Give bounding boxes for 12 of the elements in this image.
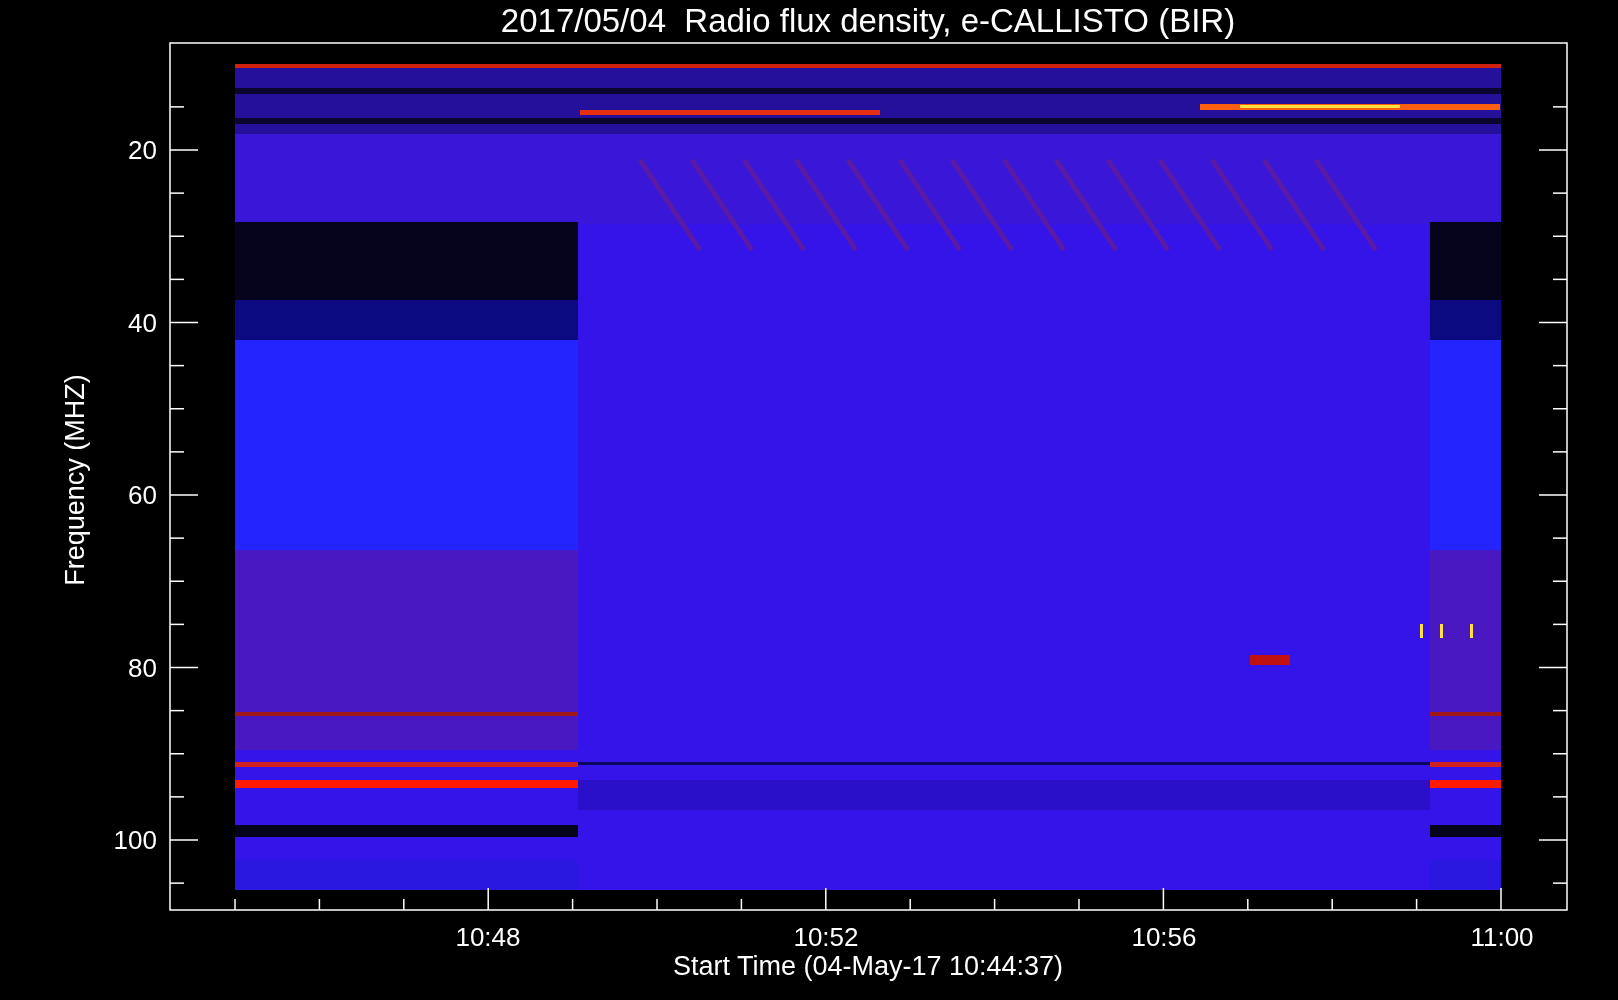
axis-tick-label: 11:00 [1470,922,1534,952]
axis-tick-label: 10:52 [793,922,859,952]
axis-tick-label: 40 [128,307,157,338]
chart-title: 2017/05/04 Radio flux density, e-CALLISTO (BIR) [500,2,1236,39]
axis-title: Frequency (MHZ) [60,374,90,586]
axis-tick-label: 10:48 [455,922,521,952]
axis-tick-label: 10:56 [1131,922,1197,952]
axis-tick-label: 80 [128,652,157,683]
axis-tick-label: 20 [128,135,157,165]
axis-tick-label: 100 [113,825,157,855]
axis-title: Start Time (04-May-17 10:44:37) [672,951,1064,981]
axis-tick-label: 60 [128,480,157,510]
